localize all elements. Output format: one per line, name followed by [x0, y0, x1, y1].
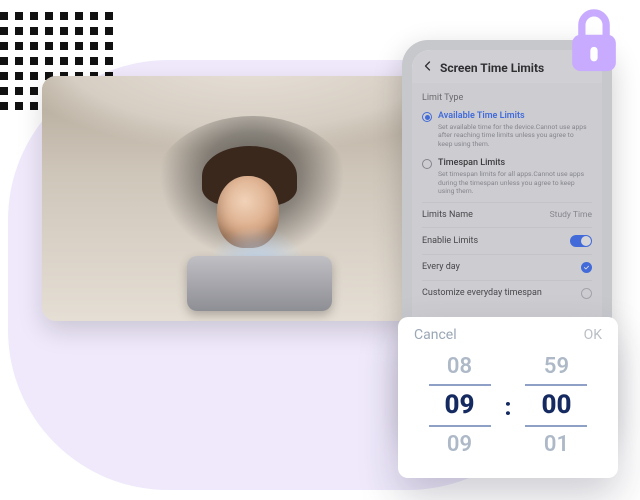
option-label: Timespan Limits [438, 158, 588, 168]
minute-wheel[interactable]: 59 00 01 [525, 349, 587, 462]
option-description: Set timespan limits for all apps.Cannot … [438, 170, 588, 195]
row-label: Limits Name [422, 210, 473, 220]
radio-checked-icon [422, 112, 432, 122]
row-every-day[interactable]: Every day [422, 254, 592, 280]
screen-body: Limit Type Available Time Limits Set ava… [412, 83, 602, 316]
row-label: Enablie Limits [422, 236, 478, 246]
section-limit-type: Limit Type [422, 93, 592, 103]
minute-selected: 00 [525, 384, 587, 427]
lock-badge [558, 6, 630, 78]
hour-next: 09 [447, 427, 472, 462]
option-label: Available Time Limits [438, 111, 588, 121]
hour-wheel[interactable]: 08 09 09 [429, 349, 491, 462]
hour-selected: 09 [429, 384, 491, 427]
enable-limits-toggle[interactable] [570, 235, 592, 247]
row-value: Study Time [550, 210, 592, 220]
page-title: Screen Time Limits [440, 61, 544, 75]
time-wheels: 08 09 09 : 59 00 01 [414, 349, 602, 462]
ok-button[interactable]: OK [584, 327, 602, 343]
time-picker-actions: Cancel OK [414, 327, 602, 343]
radio-open-icon [581, 288, 592, 299]
radio-open-icon [422, 159, 432, 169]
back-button[interactable] [422, 60, 434, 75]
option-content: Timespan Limits Set timespan limits for … [438, 158, 588, 195]
option-description: Set available time for the device.Cannot… [438, 123, 588, 148]
row-label: Customize everyday timespan [422, 288, 542, 298]
hero-photo [42, 76, 422, 321]
lock-icon [564, 8, 624, 76]
minute-next: 01 [544, 427, 569, 462]
cancel-button[interactable]: Cancel [414, 327, 457, 343]
check-icon [581, 262, 592, 273]
option-timespan-limits[interactable]: Timespan Limits Set timespan limits for … [422, 154, 592, 201]
row-customize-timespan[interactable]: Customize everyday timespan [422, 280, 592, 306]
minute-prev: 59 [544, 349, 569, 384]
row-enable-limits: Enablie Limits [422, 227, 592, 254]
arrow-left-icon [422, 60, 434, 72]
option-available-time-limits[interactable]: Available Time Limits Set available time… [422, 107, 592, 154]
time-separator: : [505, 389, 512, 421]
row-label: Every day [422, 262, 460, 272]
option-content: Available Time Limits Set available time… [438, 111, 588, 148]
hour-prev: 08 [447, 349, 472, 384]
tablet-device [187, 256, 332, 311]
time-picker: Cancel OK 08 09 09 : 59 00 01 [398, 317, 618, 478]
row-limits-name[interactable]: Limits Name Study Time [422, 202, 592, 227]
